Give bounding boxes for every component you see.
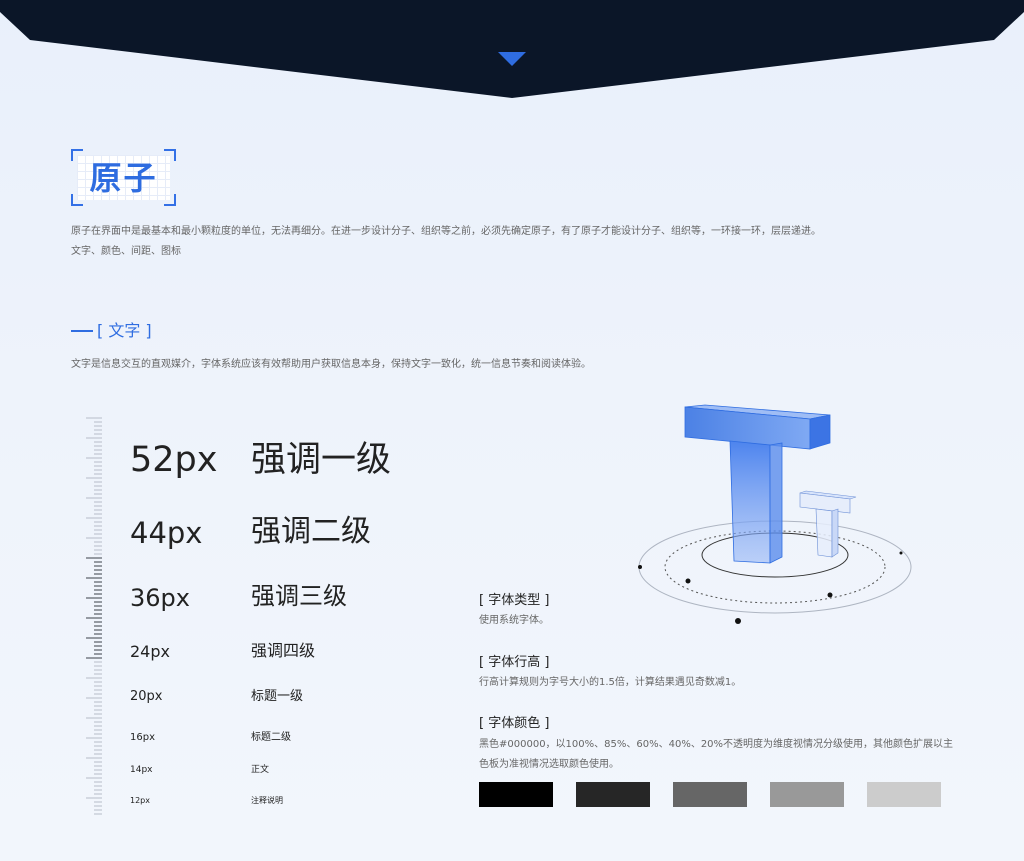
type-size-36: 36px	[130, 584, 190, 612]
type-level-8: 注释说明	[251, 796, 283, 805]
type-size-52: 52px	[130, 440, 218, 480]
atom-desc-line1: 原子在界面中是最基本和最小颗粒度的单位，无法再细分。在进一步设计分子、组织等之前…	[71, 226, 821, 237]
type-size-24: 24px	[130, 642, 170, 661]
font-type-title: [ 字体类型 ]	[479, 593, 550, 608]
text-3d-t-illustration	[638, 404, 912, 624]
type-level-3: 强调三级	[251, 582, 347, 610]
text-section-title: [ 文字 ]	[97, 321, 152, 340]
atom-description: 原子在界面中是最基本和最小颗粒度的单位，无法再细分。在进一步设计分子、组织等之前…	[71, 222, 971, 262]
font-color-desc-line2: 色板为准视情况选取颜色使用。	[479, 759, 619, 770]
type-level-6: 标题二级	[251, 732, 291, 743]
text-section-description: 文字是信息交互的直观媒介，字体系统应该有效帮助用户获取信息本身，保持文字一致化，…	[71, 359, 591, 370]
type-level-2: 强调二级	[251, 514, 371, 549]
type-size-14: 14px	[130, 765, 153, 775]
type-level-7: 正文	[251, 765, 270, 775]
ruler-scale	[86, 417, 102, 815]
type-size-44: 44px	[130, 516, 203, 550]
color-swatch-100	[479, 782, 553, 807]
page-title: 原子	[89, 159, 158, 197]
color-swatch-60	[673, 782, 747, 807]
type-size-16: 16px	[130, 732, 155, 743]
color-swatch-85	[576, 782, 650, 807]
type-size-12: 12px	[130, 796, 150, 805]
type-level-4: 强调四级	[251, 641, 316, 660]
atom-title-box: 原子	[71, 149, 176, 206]
font-color-desc-line1: 黑色#000000，以100%、85%、60%、40%、20%不透明度为维度视情…	[479, 739, 954, 750]
line-height-desc: 行高计算规则为字号大小的1.5倍，计算结果遇见奇数减1。	[479, 677, 742, 688]
top-banner	[0, 0, 1024, 98]
color-swatch-20	[867, 782, 941, 807]
font-type-desc: 使用系统字体。	[479, 615, 549, 626]
type-level-1: 强调一级	[251, 440, 392, 480]
atom-desc-line2: 文字、颜色、间距、图标	[71, 246, 181, 257]
color-swatch-40	[770, 782, 844, 807]
line-height-title: [ 字体行高 ]	[479, 655, 550, 670]
text-section-heading: [ 文字 ]	[71, 320, 152, 342]
font-color-title: [ 字体颜色 ]	[479, 716, 550, 731]
type-size-20: 20px	[130, 689, 163, 704]
type-level-5: 标题一级	[251, 689, 304, 704]
